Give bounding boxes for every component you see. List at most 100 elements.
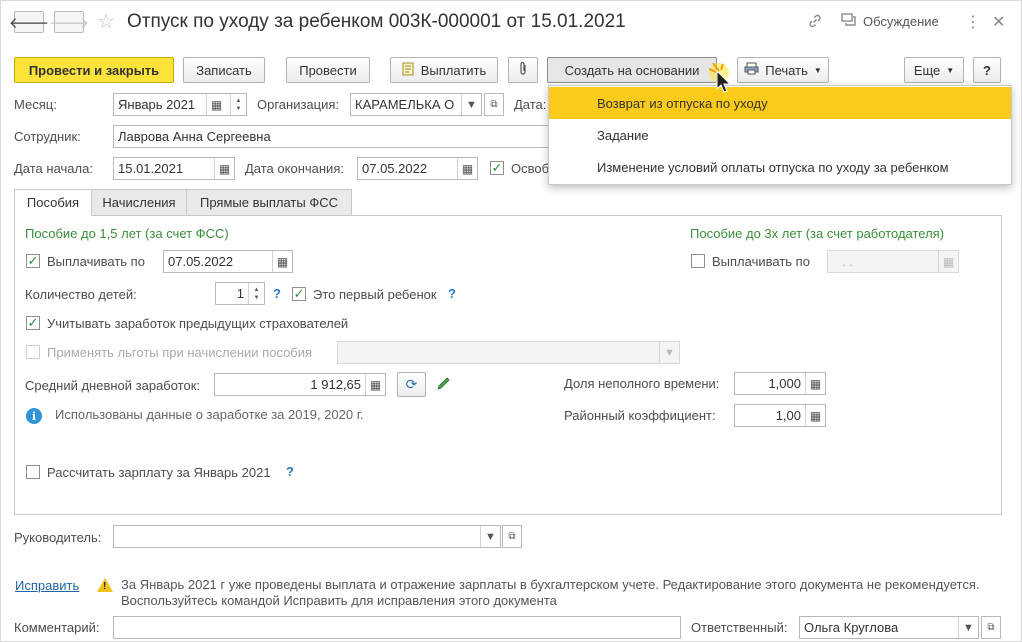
- end-date-field[interactable]: 07.05.2022 ▦: [357, 157, 478, 180]
- arrow-left-icon: 🡐: [8, 14, 50, 32]
- pencil-icon[interactable]: [436, 376, 451, 394]
- children-stepper[interactable]: ▲ ▼: [248, 283, 264, 304]
- children-count-label: Количество детей:: [25, 287, 137, 302]
- mouse-cursor-icon: [708, 62, 749, 106]
- open-org-button[interactable]: ⧉: [484, 93, 504, 116]
- children-help-icon[interactable]: ?: [273, 286, 281, 301]
- favorite-star-icon[interactable]: ☆: [97, 9, 115, 34]
- district-coef-field[interactable]: 1,00 ▦: [734, 404, 826, 427]
- print-button[interactable]: Печать ▼: [737, 57, 829, 83]
- district-coef-label: Районный коэффициент:: [564, 408, 716, 423]
- month-stepper[interactable]: ▲ ▼: [230, 94, 246, 115]
- prev-insurers-label: Учитывать заработок предыдущих страховат…: [47, 316, 349, 331]
- tab-benefits[interactable]: Пособия: [14, 189, 92, 216]
- month-field[interactable]: Январь 2021 ▦ ▲ ▼: [113, 93, 247, 116]
- menu-item-return-from-leave[interactable]: Возврат из отпуска по уходу: [549, 87, 1011, 119]
- discussion-button[interactable]: Обсуждение: [841, 13, 939, 30]
- calendar-icon[interactable]: ▦: [457, 158, 477, 179]
- chevron-down-icon: ▼: [813, 65, 822, 75]
- pay-until-3-label: Выплачивать по: [712, 254, 810, 269]
- employee-value: Лаврова Анна Сергеевна: [118, 129, 271, 144]
- link-icon[interactable]: [807, 13, 823, 33]
- tab-direct-payments[interactable]: Прямые выплаты ФСС: [186, 189, 352, 216]
- free-label: Освоб: [511, 161, 550, 176]
- privileges-field[interactable]: ▼: [337, 341, 680, 364]
- section-benefit-3: Пособие до 3х лет (за счет работодателя): [690, 226, 945, 241]
- date-label: Дата:: [514, 97, 547, 112]
- calc-salary-help-icon[interactable]: ?: [286, 464, 294, 479]
- org-field[interactable]: КАРАМЕЛЬКА О ▼: [350, 93, 482, 116]
- fix-link[interactable]: Исправить: [15, 578, 79, 593]
- chevron-down-icon[interactable]: ▼: [659, 342, 679, 363]
- pay-until-3-checkbox[interactable]: [691, 254, 705, 268]
- refresh-icon: ⟳: [405, 376, 418, 392]
- part-time-label: Доля неполного времени:: [564, 376, 720, 391]
- open-responsible-button[interactable]: ⧉: [981, 616, 1001, 639]
- responsible-field[interactable]: Ольга Круглова ▼: [799, 616, 979, 639]
- menu-item-change-payment-terms[interactable]: Изменение условий оплаты отпуска по уход…: [549, 151, 1011, 183]
- calendar-icon[interactable]: ▦: [272, 251, 292, 272]
- first-child-checkbox[interactable]: ✓: [292, 287, 306, 301]
- menu-item-task[interactable]: Задание: [549, 119, 1011, 151]
- start-date-label: Дата начала:: [14, 161, 93, 176]
- free-checkbox[interactable]: ✓: [490, 161, 504, 175]
- calc-salary-checkbox[interactable]: [26, 465, 40, 479]
- pay-until-3-field[interactable]: . . ▦: [827, 250, 959, 273]
- end-date-label: Дата окончания:: [245, 161, 344, 176]
- calendar-icon[interactable]: ▦: [206, 94, 226, 115]
- start-date-field[interactable]: 15.01.2021 ▦: [113, 157, 235, 180]
- employee-label: Сотрудник:: [14, 129, 81, 144]
- calendar-icon[interactable]: ▦: [214, 158, 234, 179]
- manager-label: Руководитель:: [14, 530, 102, 545]
- post-button[interactable]: Провести: [286, 57, 370, 83]
- earnings-info-text: Использованы данные о заработке за 2019,…: [55, 407, 364, 422]
- warning-line-2: Воспользуйтесь командой Исправить для ис…: [121, 593, 557, 608]
- more-vertical-icon[interactable]: ⋮: [965, 12, 981, 32]
- pay-until-field[interactable]: 07.05.2022 ▦: [163, 250, 293, 273]
- children-count-field[interactable]: 1 ▲ ▼: [215, 282, 265, 305]
- manager-field[interactable]: ▼: [113, 525, 501, 548]
- forward-button[interactable]: 🡒: [49, 11, 89, 33]
- pay-button[interactable]: Выплатить: [390, 57, 498, 83]
- page-title: Отпуск по уходу за ребенком 003К-000001 …: [127, 11, 626, 32]
- first-child-label: Это первый ребенок: [313, 287, 437, 302]
- org-value: КАРАМЕЛЬКА О: [355, 97, 455, 112]
- privileges-checkbox[interactable]: [26, 345, 40, 359]
- comment-label: Комментарий:: [14, 620, 100, 635]
- month-value: Январь 2021: [118, 97, 196, 112]
- calculator-icon[interactable]: ▦: [365, 374, 385, 395]
- post-and-close-button[interactable]: Провести и закрыть: [14, 57, 174, 83]
- recalculate-button[interactable]: ⟳: [397, 372, 426, 397]
- avg-earning-value: 1 912,65: [310, 377, 361, 392]
- close-icon[interactable]: ✕: [992, 12, 1005, 32]
- first-child-help-icon[interactable]: ?: [448, 286, 456, 301]
- arrow-right-icon: 🡒: [48, 14, 90, 32]
- part-time-value: 1,000: [768, 376, 801, 391]
- pay-until-checkbox[interactable]: ✓: [26, 254, 40, 268]
- calendar-icon[interactable]: ▦: [938, 251, 958, 272]
- comment-field[interactable]: [113, 616, 681, 639]
- chevron-down-icon: ▼: [946, 65, 955, 75]
- prev-insurers-checkbox[interactable]: ✓: [26, 316, 40, 330]
- calculator-icon[interactable]: ▦: [805, 405, 825, 426]
- pay-until-value: 07.05.2022: [168, 254, 234, 269]
- calculator-icon[interactable]: ▦: [805, 373, 825, 394]
- attach-button[interactable]: [508, 57, 538, 83]
- help-button[interactable]: ?: [973, 57, 1001, 83]
- save-button[interactable]: Записать: [183, 57, 265, 83]
- tab-accruals[interactable]: Начисления: [91, 189, 187, 216]
- print-label: Печать: [765, 62, 808, 78]
- create-based-on-button[interactable]: Создать на основании: [547, 57, 717, 83]
- paperclip-icon: [517, 61, 529, 79]
- chevron-down-icon[interactable]: ▼: [461, 94, 481, 115]
- employee-field[interactable]: Лаврова Анна Сергеевна: [113, 125, 549, 148]
- back-button[interactable]: 🡐: [9, 11, 49, 33]
- children-count-value: 1: [236, 286, 244, 301]
- open-manager-button[interactable]: ⧉: [502, 525, 522, 548]
- chevron-down-icon[interactable]: ▼: [480, 526, 500, 547]
- chevron-down-icon[interactable]: ▼: [958, 617, 978, 638]
- part-time-field[interactable]: 1,000 ▦: [734, 372, 826, 395]
- avg-earning-field[interactable]: 1 912,65 ▦: [214, 373, 386, 396]
- discussion-label: Обсуждение: [863, 14, 939, 29]
- more-button[interactable]: Еще ▼: [904, 57, 964, 83]
